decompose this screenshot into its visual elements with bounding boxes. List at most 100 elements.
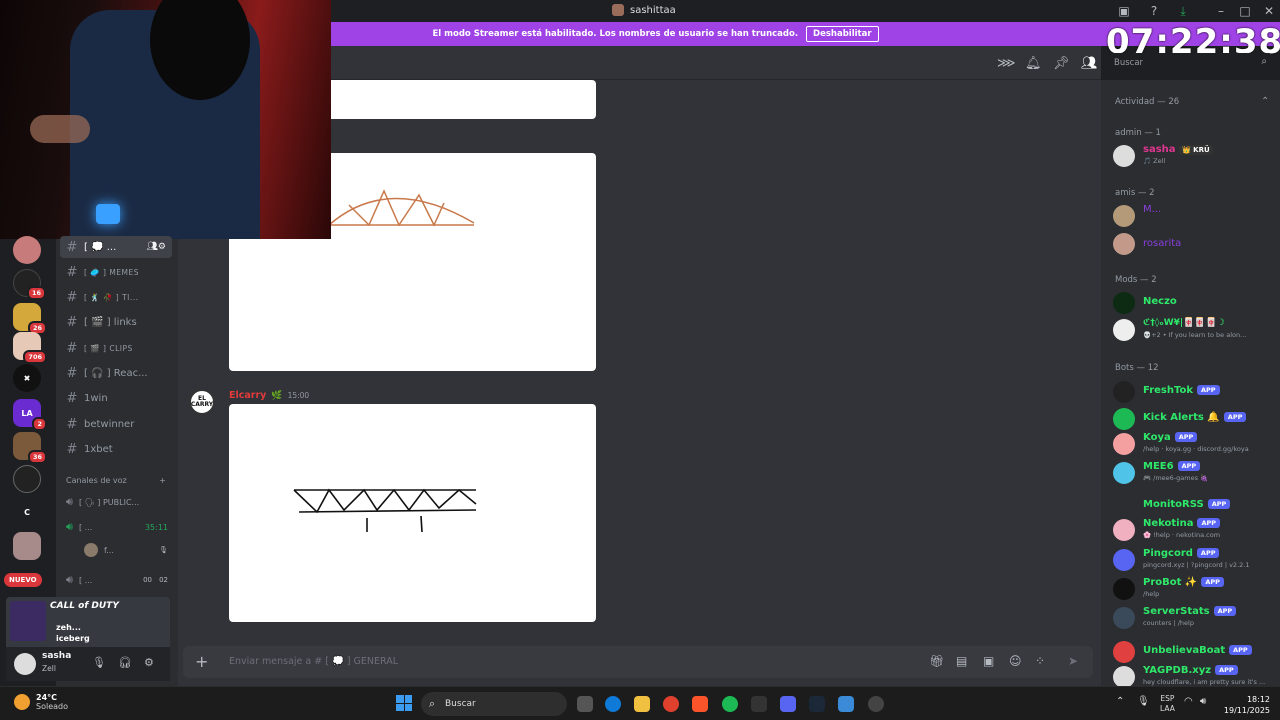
member-status: 🎮 /mee6-games 🍇 [1143,474,1209,482]
voice-channel[interactable]: 🔊︎ [ ... 00 02 [60,569,172,591]
server-icon[interactable] [13,465,41,493]
brave-icon[interactable] [692,696,708,712]
member-list-icon[interactable]: 👥︎ [1081,56,1098,71]
wifi-icon[interactable]: ◠ [1184,696,1193,707]
member-item[interactable]: FreshTok APP [1113,380,1277,406]
member-item[interactable]: Neczo [1113,291,1277,317]
chevron-up-icon[interactable]: ⌃ [1116,696,1124,707]
channel-item[interactable]: # [ 🕺 🥀 ] TI... [60,286,172,308]
voice-user[interactable]: f... 🎙︎ [60,539,172,561]
message-composer[interactable]: + Enviar mensaje a # [ 💭 ] GENERAL 🎁︎ ▤ … [183,646,1093,678]
avatar[interactable] [14,653,36,675]
server-icon[interactable] [13,236,41,264]
maximize-icon[interactable]: □ [1238,4,1252,18]
author-avatar[interactable]: EL CARRY [189,389,215,415]
member-item[interactable]: sasha 👑 KRÜ 🎵 Zell [1113,144,1277,170]
new-badge[interactable]: NUEVO [4,573,42,587]
voice-category[interactable]: Canales de voz + [66,476,166,485]
gif-icon[interactable]: ▤ [956,654,967,668]
inbox-icon[interactable]: ▣ [1117,4,1131,18]
app-badge: APP [1197,385,1220,395]
notepad-icon[interactable] [838,696,854,712]
channel-item[interactable]: # [ 🎧 ] Reac... [60,362,172,384]
attachment-image[interactable] [229,404,596,622]
microphone-icon[interactable]: 🎙︎ [1137,696,1150,707]
headphones-icon[interactable]: 🎧︎ [118,656,132,669]
channel-item[interactable]: #1win [60,387,172,409]
member-item[interactable]: ℭ†◊ₒW¥|🀄🀄🀄☽ 💀+2 • If you learn to be alo… [1113,318,1277,344]
emoji-icon[interactable]: ☺ [1009,654,1022,668]
gear-icon[interactable]: ⚙ [144,656,154,669]
steam-icon[interactable] [809,696,825,712]
server-icon[interactable]: 16 [13,269,46,300]
member-item[interactable]: ServerStats APP counters | /help [1113,606,1277,632]
gift-icon[interactable]: 🎁︎ [929,654,944,668]
channel-item[interactable]: # betwinner [60,413,172,435]
member-item[interactable]: Kick Alerts 🔔 APP [1113,407,1277,433]
activity-header[interactable]: Actividad — 26 [1115,97,1179,107]
member-item[interactable]: Nekotina APP 🌸 !help · nekotina.com [1113,518,1277,544]
epic-games-icon[interactable] [751,696,767,712]
chrome-icon[interactable] [663,696,679,712]
channel-label: 1win [84,392,108,404]
server-icon[interactable]: C [13,498,41,526]
file-explorer-icon[interactable] [634,696,650,712]
server-icon[interactable]: 26 [13,303,47,335]
pin-icon[interactable]: 📌︎ [1053,56,1070,71]
apps-icon[interactable]: ⁘ [1035,654,1045,668]
edge-icon[interactable] [605,696,621,712]
download-icon[interactable]: ⤓ [1176,4,1190,18]
chevron-up-icon[interactable]: ⌃ [1261,96,1269,107]
member-item[interactable]: UnbelievaBoat APP [1113,640,1277,666]
disable-streamer-button[interactable]: Deshabilitar [806,26,879,42]
username[interactable]: sasha [42,651,71,661]
member-item[interactable]: Koya APP/help · koya.gg · discord.gg/koya [1113,432,1277,458]
channel-settings-icon[interactable]: 👥︎⚙ [147,242,167,252]
system-clock[interactable]: 18:12 19/11/2025 [1218,694,1270,716]
server-icon[interactable] [13,532,41,560]
channel-item[interactable]: # [ 💭 ... 👥︎⚙ [60,236,172,258]
discord-icon[interactable] [780,696,796,712]
member-item[interactable]: MonitoRSS APP [1113,494,1277,520]
hash-icon: # [66,239,78,255]
search-input[interactable]: Buscar ⌕ [1108,53,1272,73]
server-icon[interactable]: LA 2 [13,399,47,431]
member-item[interactable]: rosarita [1113,232,1277,258]
minimize-icon[interactable]: – [1214,4,1228,18]
add-attachment-icon[interactable]: + [195,652,208,671]
channel-item[interactable]: # [ 🥏 ] MEMES [60,261,172,283]
server-icon[interactable]: 706 [13,332,47,364]
windows-start-icon[interactable] [396,695,412,711]
channel-item[interactable]: # [ 🎬 ] links [60,311,172,333]
weather-widget[interactable]: 24°C Soleado [14,693,68,711]
task-view-icon[interactable] [577,696,593,712]
language-indicator[interactable]: ESP LAA [1160,694,1175,714]
spotify-icon[interactable] [722,696,738,712]
microphone-icon[interactable]: 🎙︎ [92,656,106,669]
server-icon[interactable]: ✖ [13,364,41,392]
member-item[interactable]: ProBot ✨ APP/help [1113,577,1277,603]
add-channel-icon[interactable]: + [159,476,166,485]
send-icon[interactable]: ➤ [1068,654,1078,668]
sticker-icon[interactable]: ▣ [983,654,994,668]
app-icon[interactable] [868,696,884,712]
message-author[interactable]: Elcarry [229,390,266,401]
member-item[interactable]: MEE6 APP 🎮 /mee6-games 🍇 [1113,461,1277,487]
game-activity-card[interactable]: CALL of DUTY zeh... iceberg [6,597,170,647]
help-icon[interactable]: ? [1147,4,1161,18]
threads-icon[interactable]: ⋙ [997,56,1016,71]
close-icon[interactable]: ✕ [1262,4,1276,18]
composer-placeholder[interactable]: Enviar mensaje a # [ 💭 ] GENERAL [229,656,398,667]
member-item[interactable]: M... [1113,204,1277,230]
voice-channel[interactable]: 🔊︎ [ 🗣 ] PUBLIC... [60,491,172,513]
taskbar-search[interactable]: ⌕ Buscar [421,692,567,716]
member-name: Koya APP [1143,432,1198,443]
avatar [1113,205,1135,227]
notification-bell-icon[interactable]: 🔔︎ [1025,56,1042,71]
channel-item[interactable]: # [ 🎬 ] CLIPS [60,337,172,359]
channel-item[interactable]: #1xbet [60,438,172,460]
volume-icon[interactable]: 🔊︎ [1200,696,1206,707]
voice-channel[interactable]: 🔊︎ [ ... 35:11 [60,516,172,538]
server-icon[interactable]: 36 [13,432,47,464]
member-item[interactable]: Pingcord APP pingcord.xyz | ?pingcord | v2… [1113,548,1277,574]
